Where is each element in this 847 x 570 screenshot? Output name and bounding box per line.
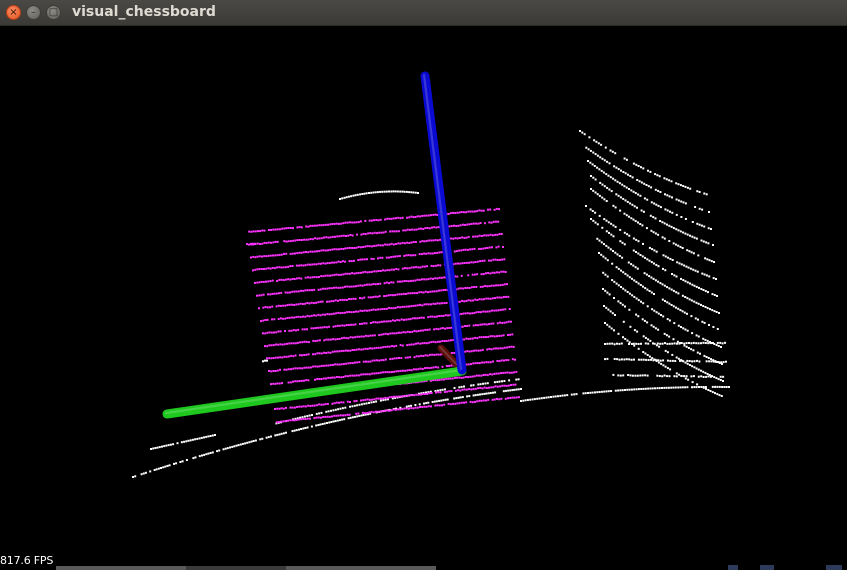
z-axis-arrow-highlight [422,73,463,371]
status-mark [728,565,738,570]
3d-viewport[interactable] [0,26,847,570]
close-icon[interactable]: × [6,5,21,20]
app-window: × – □ visual_chessboard 817.6 FPS [0,0,847,570]
title-bar[interactable]: × – □ visual_chessboard [0,0,847,26]
minimize-icon[interactable]: – [26,5,41,20]
coordinate-axes [162,71,467,419]
fps-counter: 817.6 FPS [0,554,54,567]
window-title: visual_chessboard [72,4,216,20]
status-strip-segment [186,566,286,570]
point-cloud-scene[interactable] [0,26,847,570]
maximize-icon[interactable]: □ [46,5,61,20]
chessboard-point-cloud [246,207,520,424]
status-mark [760,565,774,570]
status-mark [826,565,842,570]
